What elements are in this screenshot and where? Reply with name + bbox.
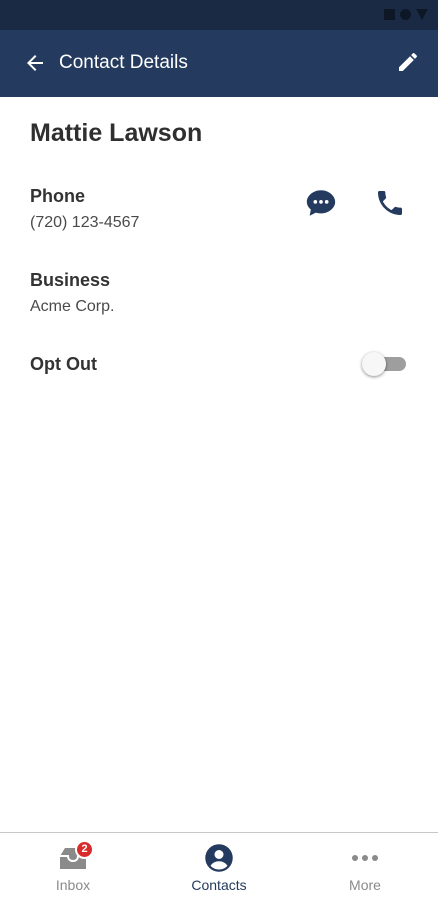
pencil-icon — [399, 52, 418, 71]
more-horizontal-icon-wrap — [348, 843, 382, 873]
unread-badge: 2 — [75, 840, 94, 859]
contact-name: Mattie Lawson — [30, 119, 203, 147]
nav-item-more[interactable]: More — [292, 833, 438, 900]
phone-value[interactable]: (720) 123-4567 — [30, 214, 139, 232]
nav-label-contacts: Contacts — [191, 877, 247, 893]
back-button[interactable] — [20, 48, 50, 78]
opt-out-toggle[interactable] — [362, 352, 408, 376]
app-bar: Contact Details — [0, 30, 438, 97]
inbox-icon-wrap: 2 — [56, 840, 94, 873]
chat-bubble-icon — [306, 190, 336, 216]
account-circle-icon-wrap — [202, 843, 236, 873]
bottom-navigation: 2 Inbox Contacts More — [0, 832, 438, 900]
business-value: Acme Corp. — [30, 298, 115, 315]
nav-item-contacts[interactable]: Contacts — [146, 833, 292, 900]
signal-icon — [416, 9, 428, 20]
status-icons — [384, 9, 428, 20]
opt-out-label: Opt Out — [30, 354, 97, 374]
business-label: Business — [30, 270, 111, 290]
account-circle-icon — [205, 844, 233, 872]
phone-icon — [378, 191, 402, 215]
message-button[interactable] — [302, 185, 340, 221]
status-bar — [0, 0, 438, 30]
page-title: Contact Details — [59, 52, 188, 73]
nav-label-more: More — [349, 877, 381, 893]
edit-button[interactable] — [392, 46, 424, 78]
call-button[interactable] — [372, 185, 408, 221]
notification-icon — [384, 9, 395, 20]
nav-item-inbox[interactable]: 2 Inbox — [0, 833, 146, 900]
phone-label: Phone — [30, 186, 86, 206]
arrow-left-icon — [27, 55, 43, 71]
status-dot-icon — [400, 9, 411, 20]
more-horizontal-icon — [352, 855, 378, 861]
nav-label-inbox: Inbox — [55, 877, 91, 893]
toggle-thumb — [362, 352, 386, 376]
